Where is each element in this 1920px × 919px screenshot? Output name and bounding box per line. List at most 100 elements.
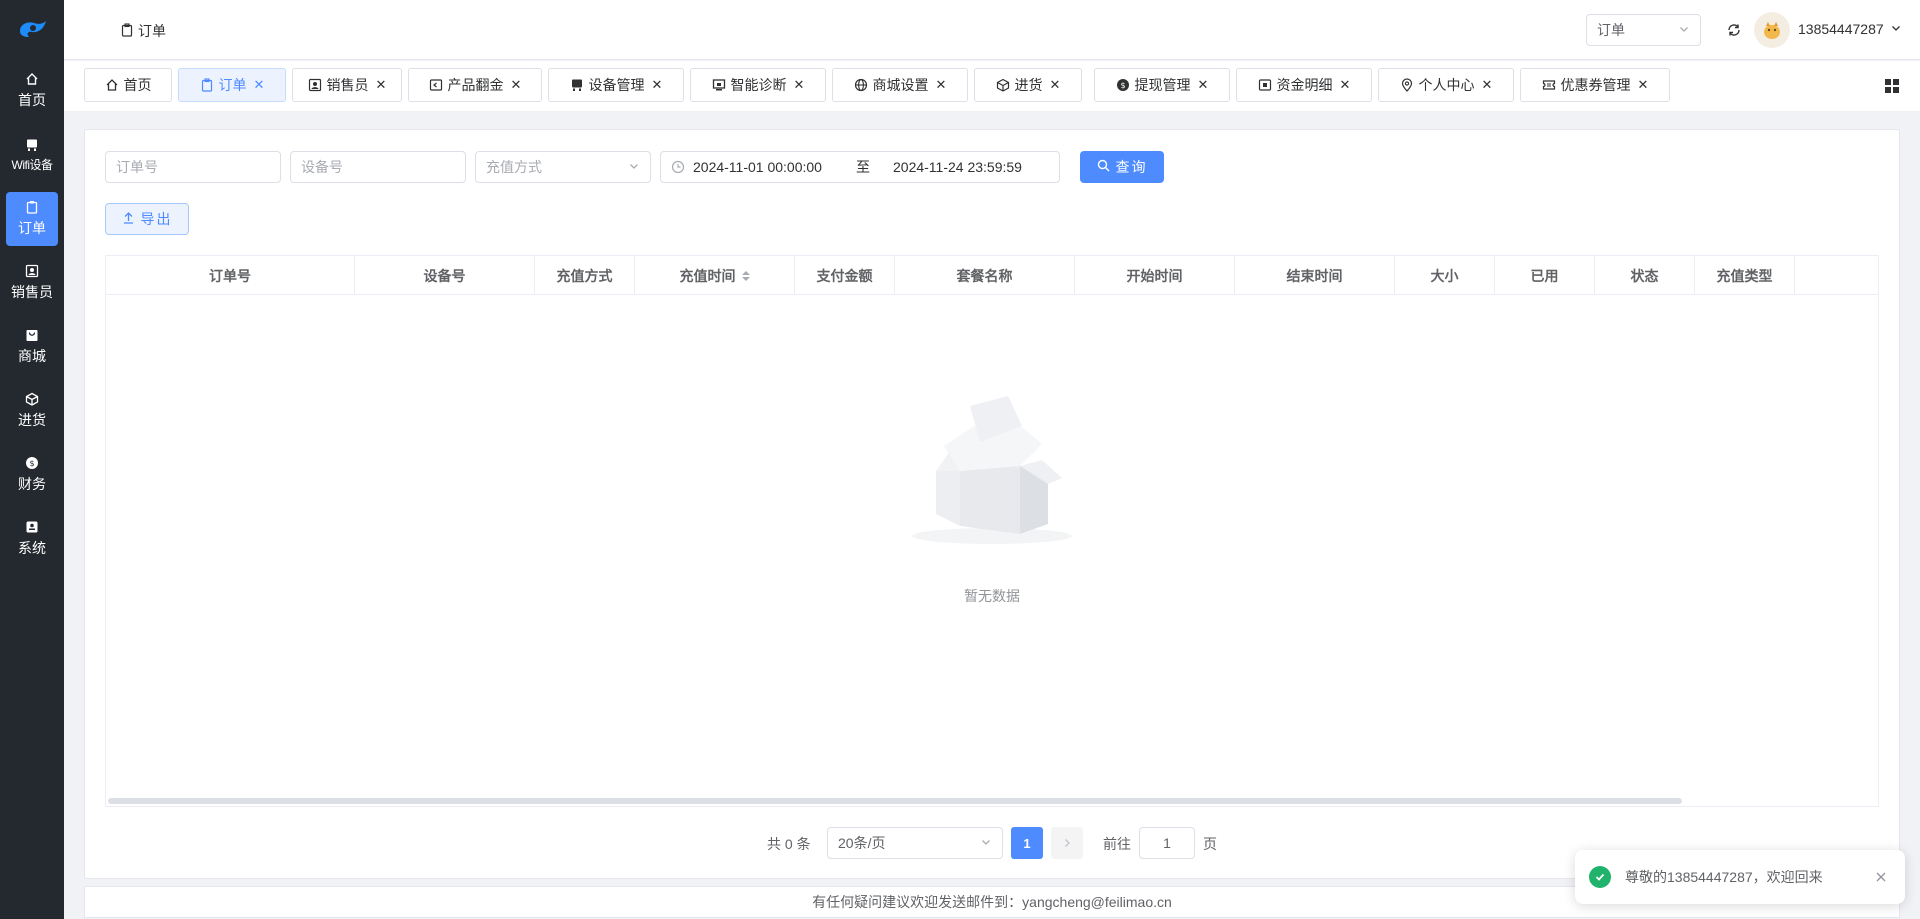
breadcrumb: 订单 (120, 21, 166, 41)
sidebar-item-wifi-device[interactable]: Wifi设备 (6, 128, 58, 182)
chevron-down-icon (628, 159, 640, 175)
export-button[interactable]: 导出 (105, 203, 189, 235)
coin-icon: $ (1116, 78, 1130, 92)
tab-orders[interactable]: 订单 ✕ (178, 68, 286, 102)
close-icon[interactable]: ✕ (1050, 77, 1061, 93)
avatar[interactable] (1754, 12, 1790, 48)
close-icon[interactable]: ✕ (652, 77, 663, 93)
close-icon[interactable]: ✕ (1198, 77, 1209, 93)
tab-label: 智能诊断 (730, 77, 787, 93)
main-panel: 订单号 设备号 充值方式 2024-11-01 00:00:00 至 2024-… (84, 129, 1900, 879)
tab-label: 订单 (218, 77, 247, 93)
refresh-icon[interactable] (1724, 20, 1744, 40)
column-header: 套餐名称 (895, 256, 1075, 295)
sidebar-item-system[interactable]: 系统 (6, 512, 58, 566)
breadcrumb-label: 订单 (138, 23, 166, 39)
horizontal-scrollbar[interactable] (108, 798, 1682, 804)
tab-stock[interactable]: 进货 ✕ (974, 68, 1082, 102)
device-no-input[interactable]: 设备号 (290, 151, 466, 183)
close-icon[interactable]: ✕ (794, 77, 805, 93)
chevron-down-icon (1890, 21, 1902, 37)
chevron-right-icon (1062, 835, 1072, 851)
tab-home[interactable]: 首页 (84, 68, 172, 102)
sidebar-item-home[interactable]: 首页 (6, 64, 58, 118)
tab-salesperson[interactable]: 销售员 ✕ (292, 68, 402, 102)
box-icon (25, 392, 39, 406)
tab-personal-center[interactable]: 个人中心 ✕ (1378, 68, 1514, 102)
order-no-input[interactable]: 订单号 (105, 151, 281, 183)
close-icon[interactable]: ✕ (376, 77, 387, 93)
tab-product-gold[interactable]: 产品翻金 ✕ (408, 68, 542, 102)
upload-icon (122, 211, 135, 227)
shop-bag-icon (25, 328, 39, 342)
total-count: 共 0 条 (767, 836, 811, 852)
tab-smart-diagnosis[interactable]: 智能诊断 ✕ (690, 68, 826, 102)
user-menu[interactable]: 13854447287 (1798, 21, 1902, 37)
globe-icon (854, 78, 868, 92)
column-header-sortable[interactable]: 充值时间 (635, 256, 795, 295)
logo-icon (20, 21, 46, 37)
sidebar-item-finance[interactable]: $ 财务 (6, 448, 58, 502)
goto-label: 前往 (1103, 836, 1131, 852)
module-select[interactable]: 订单 (1586, 14, 1701, 46)
sidebar-item-mall[interactable]: 商城 (6, 320, 58, 374)
contact-icon (25, 264, 39, 278)
tab-label: 首页 (123, 77, 152, 93)
recharge-method-select[interactable]: 充值方式 (475, 151, 651, 183)
tab-mall-settings[interactable]: 商城设置 ✕ (832, 68, 968, 102)
page-number-current[interactable]: 1 (1011, 827, 1043, 859)
sidebar-item-salesperson[interactable]: 销售员 (6, 256, 58, 310)
close-icon[interactable]: ✕ (1340, 77, 1351, 93)
close-icon[interactable]: ✕ (1482, 77, 1493, 93)
close-icon[interactable]: ✕ (936, 77, 947, 93)
home-icon (105, 78, 119, 92)
range-separator: 至 (856, 159, 870, 175)
sidebar: 首页 Wifi设备 订单 销售员 商城 进货 $ 财务 系统 (0, 0, 64, 919)
clipboard-icon (25, 200, 39, 214)
device-icon (570, 78, 584, 92)
sidebar-item-label: 进货 (18, 412, 46, 428)
date-range-picker[interactable]: 2024-11-01 00:00:00 至 2024-11-24 23:59:5… (660, 151, 1060, 183)
svg-text:$: $ (29, 459, 34, 468)
column-header: 充值方式 (535, 256, 635, 295)
clipboard-icon (200, 78, 214, 92)
query-button[interactable]: 查询 (1080, 151, 1164, 183)
grid-menu-icon[interactable] (1884, 78, 1900, 94)
device-icon (25, 138, 39, 152)
sidebar-item-stock[interactable]: 进货 (6, 384, 58, 438)
next-page-button[interactable] (1051, 827, 1083, 859)
tab-bar: 首页 订单 ✕ 销售员 ✕ 产品翻金 ✕ 设备管理 ✕ 智能诊断 ✕ 商城设置 … (64, 61, 1920, 111)
close-icon[interactable]: ✕ (254, 77, 265, 93)
tab-fund-details[interactable]: 资金明细 ✕ (1236, 68, 1372, 102)
home-icon (25, 72, 39, 86)
sidebar-item-label: 商城 (18, 348, 46, 364)
close-icon[interactable]: ✕ (511, 77, 522, 93)
column-header: 大小 (1395, 256, 1495, 295)
end-date[interactable]: 2024-11-24 23:59:59 (893, 159, 1022, 175)
tab-label: 个人中心 (1418, 77, 1475, 93)
welcome-toast: 尊敬的13854447287，欢迎回来 (1575, 850, 1905, 904)
column-header: 结束时间 (1235, 256, 1395, 295)
clipboard-icon (120, 22, 134, 40)
system-icon (25, 520, 39, 534)
username: 13854447287 (1798, 21, 1884, 37)
sidebar-item-orders[interactable]: 订单 (6, 192, 58, 246)
sidebar-item-label: 销售员 (11, 284, 53, 300)
sort-icon[interactable] (741, 270, 750, 281)
start-date[interactable]: 2024-11-01 00:00:00 (693, 159, 843, 175)
tab-device-management[interactable]: 设备管理 ✕ (548, 68, 684, 102)
tab-label: 优惠券管理 (1560, 77, 1631, 93)
page-size-select[interactable]: 20条/页 (827, 827, 1003, 859)
tab-label: 提现管理 (1134, 77, 1191, 93)
sidebar-item-label: 首页 (18, 92, 46, 108)
module-select-value: 订单 (1597, 22, 1625, 38)
tab-withdraw-management[interactable]: $ 提现管理 ✕ (1094, 68, 1230, 102)
close-icon[interactable] (1873, 869, 1889, 885)
column-header: 已用 (1495, 256, 1595, 295)
tab-coupon-management[interactable]: 优惠券管理 ✕ (1520, 68, 1670, 102)
goto-page-input[interactable]: 1 (1139, 827, 1195, 859)
top-header: 订单 订单 13854447287 (64, 0, 1920, 60)
recharge-method-placeholder: 充值方式 (486, 159, 542, 175)
close-icon[interactable]: ✕ (1638, 77, 1649, 93)
column-header: 设备号 (355, 256, 535, 295)
